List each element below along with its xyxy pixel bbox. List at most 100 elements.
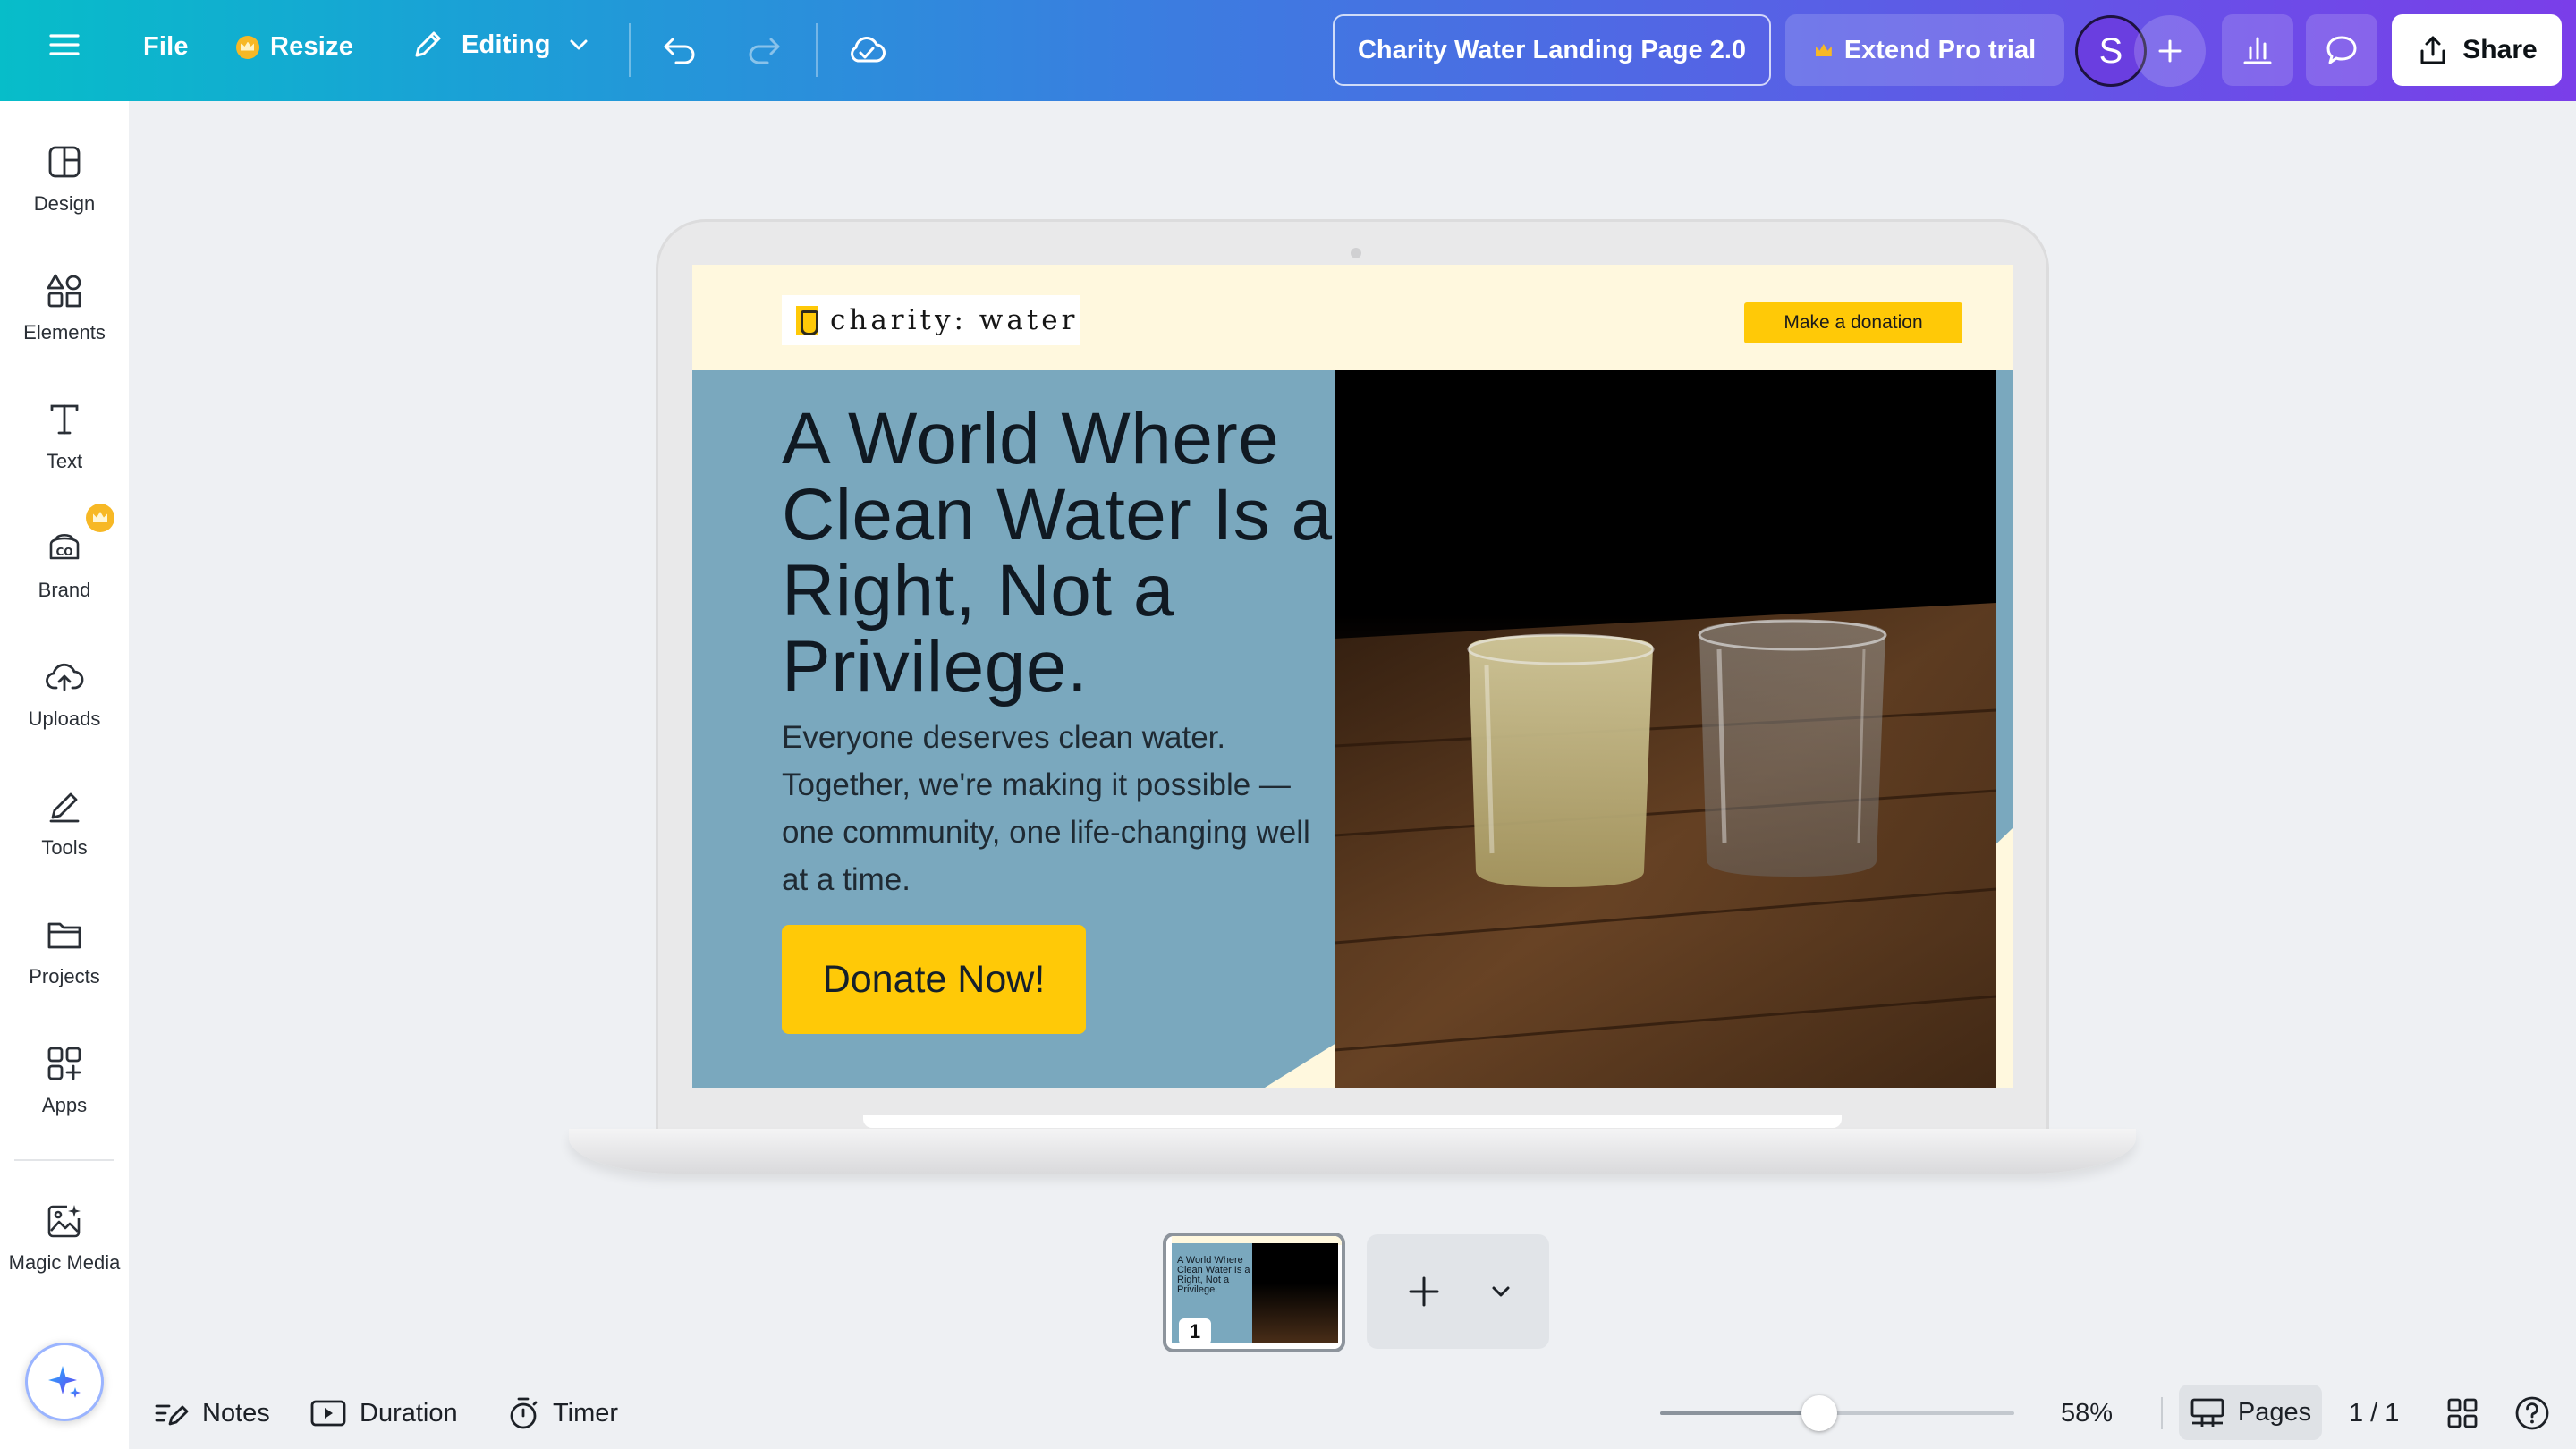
sidebar-item-label: Projects xyxy=(29,965,100,987)
laptop-notch xyxy=(863,1115,1842,1128)
redo-icon[interactable] xyxy=(744,30,784,70)
help-icon[interactable] xyxy=(2513,1392,2551,1435)
folder-icon xyxy=(43,913,86,956)
sidebar-item-label: Text xyxy=(46,450,83,472)
sidebar-item-label: Apps xyxy=(41,1094,88,1116)
timer-label: Timer xyxy=(553,1398,619,1428)
menu-icon[interactable] xyxy=(47,27,82,63)
make-donation-button[interactable]: Make a donation xyxy=(1744,302,1962,343)
crown-icon xyxy=(1814,40,1834,60)
zoom-slider-fill xyxy=(1660,1411,1820,1415)
page-number: 1 xyxy=(1179,1318,1211,1345)
top-toolbar: File Resize Editing Charity Water Landin… xyxy=(0,0,2576,101)
brand-icon: CO xyxy=(43,527,86,570)
thumbnail-photo xyxy=(1252,1243,1338,1343)
stopwatch-icon xyxy=(506,1395,540,1431)
comments-button[interactable] xyxy=(2306,14,2377,86)
resize-button[interactable]: Resize xyxy=(236,32,353,62)
editing-label: Editing xyxy=(462,30,551,59)
magic-media-icon xyxy=(43,1199,86,1242)
design-canvas[interactable]: charity: water Make a donation A World W… xyxy=(692,265,2012,1088)
notes-button[interactable]: Notes xyxy=(154,1392,270,1435)
sidebar-item-label: Elements xyxy=(23,321,106,343)
water-glasses-photo[interactable] xyxy=(1335,370,1996,1088)
toolbar-divider xyxy=(816,23,818,77)
duration-button[interactable]: Duration xyxy=(309,1392,458,1435)
tools-icon xyxy=(43,784,86,827)
bar-chart-icon xyxy=(2241,33,2275,67)
hero-subcopy[interactable]: Everyone deserves clean water. Together,… xyxy=(782,714,1336,903)
pages-button[interactable]: Pages xyxy=(2179,1385,2322,1440)
svg-text:CO: CO xyxy=(55,546,72,558)
sidebar-item-label: Brand xyxy=(38,579,91,601)
editing-mode-dropdown[interactable]: Editing xyxy=(410,27,590,63)
chevron-down-icon xyxy=(567,33,590,56)
sidebar-item-brand[interactable]: CO Brand xyxy=(0,527,129,602)
document-title[interactable]: Charity Water Landing Page 2.0 xyxy=(1333,14,1771,86)
grid-view-icon[interactable] xyxy=(2445,1392,2479,1435)
pencil-icon xyxy=(410,27,445,63)
sidebar-item-elements[interactable]: Elements xyxy=(0,269,129,344)
duration-label: Duration xyxy=(360,1398,458,1428)
sidebar-item-magic-media[interactable]: Magic Media xyxy=(0,1199,129,1275)
crown-icon xyxy=(236,35,259,59)
page-thumbnail[interactable]: A World Where Clean Water Is a Right, No… xyxy=(1163,1233,1345,1352)
thumbnail-headline: A World Where Clean Water Is a Right, No… xyxy=(1177,1255,1250,1295)
donate-now-button[interactable]: Donate Now! xyxy=(782,925,1086,1034)
hero-headline[interactable]: A World Where Clean Water Is a Right, No… xyxy=(782,401,1336,705)
bottombar-divider xyxy=(2161,1397,2163,1429)
play-icon xyxy=(309,1398,347,1428)
sidebar-item-label: Magic Media xyxy=(8,1251,121,1274)
add-page-button[interactable] xyxy=(1367,1234,1549,1349)
sparkle-icon xyxy=(45,1362,84,1402)
toolbar-divider xyxy=(629,23,631,77)
undo-icon[interactable] xyxy=(660,30,699,70)
design-icon xyxy=(43,140,86,183)
share-button[interactable]: Share xyxy=(2392,14,2562,86)
extend-pro-trial-button[interactable]: Extend Pro trial xyxy=(1785,14,2064,86)
extend-pro-trial-label: Extend Pro trial xyxy=(1843,35,2037,64)
insights-button[interactable] xyxy=(2222,14,2293,86)
hero-right-accent xyxy=(1996,370,2012,1088)
cloud-saved-icon[interactable] xyxy=(846,30,887,70)
share-icon xyxy=(2416,33,2450,67)
plus-icon xyxy=(2155,36,2185,66)
charity-water-logo[interactable]: charity: water xyxy=(782,295,1080,345)
left-sidebar: Design Elements Text CO Brand Uploads To… xyxy=(0,101,129,1449)
laptop-camera xyxy=(1351,248,1361,258)
laptop-mockup-base xyxy=(569,1129,2136,1174)
page-counter: 1 / 1 xyxy=(2349,1398,2400,1428)
pages-label: Pages xyxy=(2237,1397,2312,1427)
sidebar-item-label: Design xyxy=(33,192,96,215)
sidebar-item-tools[interactable]: Tools xyxy=(0,784,129,860)
file-menu[interactable]: File xyxy=(143,32,189,62)
sidebar-item-text[interactable]: Text xyxy=(0,398,129,473)
notes-label: Notes xyxy=(202,1398,270,1428)
uploads-icon xyxy=(43,656,86,699)
timer-button[interactable]: Timer xyxy=(506,1392,618,1435)
jerry-can-icon xyxy=(796,306,818,335)
text-icon xyxy=(43,398,86,441)
sidebar-item-design[interactable]: Design xyxy=(0,140,129,216)
elements-icon xyxy=(43,269,86,312)
sidebar-item-projects[interactable]: Projects xyxy=(0,913,129,988)
pro-crown-badge xyxy=(86,504,114,532)
plus-icon xyxy=(1406,1274,1442,1309)
magic-assistant-button[interactable] xyxy=(25,1343,104,1421)
comment-icon xyxy=(2324,32,2360,68)
resize-label: Resize xyxy=(270,32,354,61)
logo-text: charity: water xyxy=(830,304,1079,336)
sidebar-divider xyxy=(14,1159,114,1161)
sidebar-item-uploads[interactable]: Uploads xyxy=(0,656,129,731)
sidebar-item-label: Uploads xyxy=(28,708,101,730)
zoom-level[interactable]: 58% xyxy=(2061,1392,2113,1435)
sidebar-item-label: Tools xyxy=(41,836,88,859)
share-label: Share xyxy=(2462,35,2538,64)
apps-icon xyxy=(43,1042,86,1085)
chevron-down-icon[interactable] xyxy=(1488,1279,1513,1304)
add-collaborator-button[interactable] xyxy=(2134,15,2206,87)
zoom-slider-handle[interactable] xyxy=(1801,1395,1838,1431)
pages-icon xyxy=(2190,1397,2225,1428)
notes-icon xyxy=(154,1397,190,1429)
sidebar-item-apps[interactable]: Apps xyxy=(0,1042,129,1117)
